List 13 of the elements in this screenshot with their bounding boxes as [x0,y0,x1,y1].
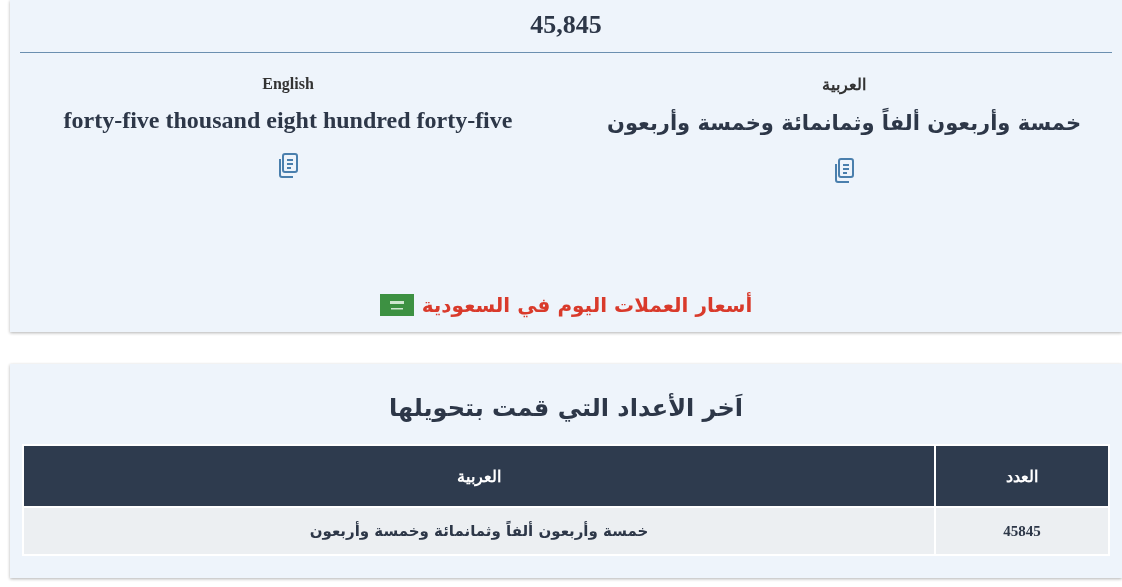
column-header: العربية [23,445,935,507]
table-cell: 45845 [935,507,1109,555]
language-label: العربية [822,75,866,97]
history-title: اَخر الأعداد التي قمت بتحويلها [388,392,744,424]
column-header: العدد [935,445,1109,507]
currency-rates-link[interactable]: أسعار العملات اليوم في السعودية [379,293,753,317]
language-label: English [262,75,314,95]
number-value: 45,845 [530,9,602,41]
copy-icon[interactable] [832,157,856,185]
flag-icon [379,294,414,316]
number-in-words: forty-five thousand eight hundred forty-five [63,107,513,134]
table-cell: خمسة وأربعون ألفاً وثمانمائة وخمسة وأربعون [23,507,935,555]
copy-icon[interactable] [276,152,300,180]
